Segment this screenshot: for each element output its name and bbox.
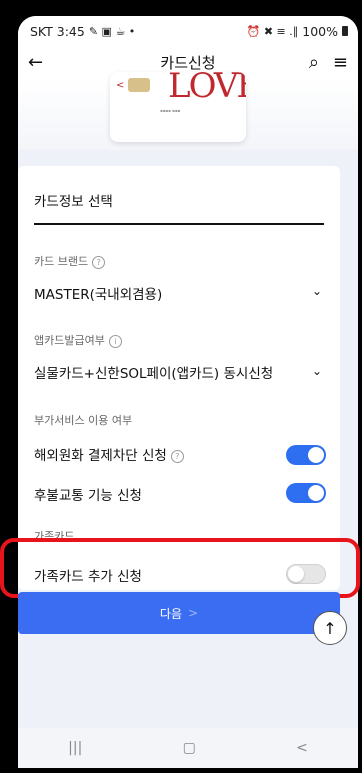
- appcard-label: 앱카드발급여부 i: [34, 332, 122, 348]
- overseas-block-toggle[interactable]: [286, 445, 326, 465]
- card-logo: LOVE: [168, 72, 246, 106]
- system-icons: ⏰ ✖ ≡ .∥: [246, 24, 299, 38]
- home-icon[interactable]: ▢: [183, 740, 196, 756]
- back-arrow-icon[interactable]: ←: [28, 52, 43, 73]
- help-icon[interactable]: ?: [170, 449, 184, 463]
- next-button[interactable]: 다음 >: [18, 592, 340, 634]
- brand-label: 카드 브랜드?: [34, 253, 106, 269]
- recent-apps-icon[interactable]: |||: [68, 740, 82, 756]
- page-title: 카드신청: [160, 53, 216, 72]
- overseas-block-label: 해외원화 결제차단 신청?: [34, 444, 184, 464]
- card-hero: < LOVE ▪▪▪▪ ▪▪▪: [18, 72, 358, 150]
- chevron-down-icon[interactable]: ⌄: [312, 284, 322, 298]
- card-fine-print: ▪▪▪▪ ▪▪▪: [160, 108, 181, 113]
- status-bar: SKT 3:45 ✎ ▣ ☕ • ⏰ ✖ ≡ .∥ 100%: [18, 16, 358, 46]
- help-icon[interactable]: ?: [92, 255, 106, 269]
- card-image: < LOVE ▪▪▪▪ ▪▪▪: [110, 72, 246, 142]
- extra-service-label: 부가서비스 이용 여부: [34, 414, 133, 427]
- info-icon[interactable]: i: [108, 334, 122, 348]
- chevron-down-icon[interactable]: ⌄: [312, 364, 322, 378]
- transit-label: 후불교통 기능 신청: [34, 488, 142, 504]
- menu-icon[interactable]: ≡: [333, 52, 348, 73]
- highlight-box: [0, 538, 360, 598]
- system-nav-bar: ||| ▢ <: [18, 728, 358, 768]
- appcard-select[interactable]: 실물카드+신한SOL페이(앱카드) 동시신청: [34, 362, 273, 382]
- battery-icon: [342, 26, 348, 36]
- chevron-right-icon: >: [188, 606, 199, 620]
- card-arrow-icon: <: [116, 80, 125, 91]
- card-info-panel: 카드정보 선택 카드 브랜드? MASTER(국내외겸용) ⌄ 앱카드발급여부 i…: [18, 166, 340, 590]
- brand-select[interactable]: MASTER(국내외겸용): [34, 283, 162, 303]
- search-icon[interactable]: ⌕: [309, 52, 319, 73]
- transit-toggle[interactable]: [286, 483, 326, 503]
- back-icon[interactable]: <: [296, 740, 308, 756]
- notification-icons: ✎ ▣ ☕ •: [88, 24, 136, 38]
- next-label: 다음: [159, 606, 183, 621]
- battery-text: 100%: [302, 23, 338, 39]
- card-chip: [128, 78, 150, 92]
- status-time: SKT 3:45: [30, 23, 85, 39]
- scroll-top-icon[interactable]: ↑: [313, 611, 347, 645]
- section-title: 카드정보 선택: [34, 190, 324, 225]
